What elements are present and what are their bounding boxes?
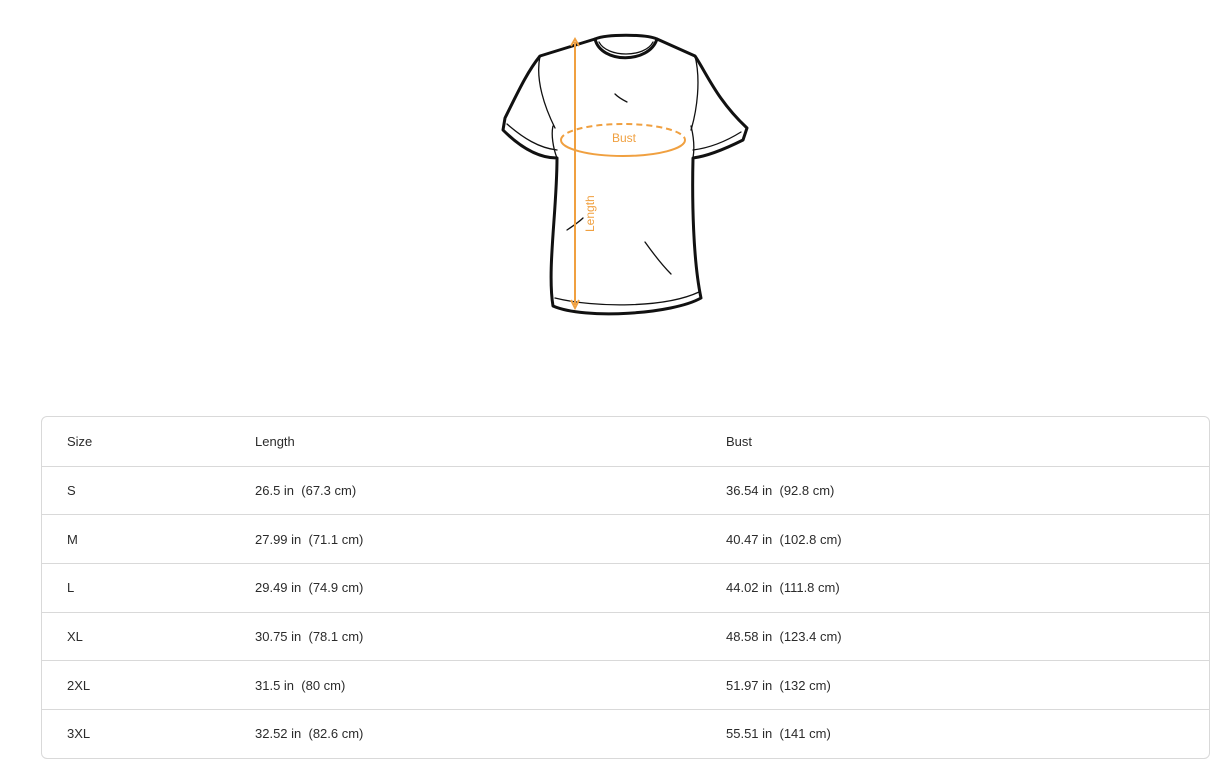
bust-cell: 55.51 in (141 cm) [726, 726, 831, 742]
table-row: XL 30.75 in (78.1 cm) 48.58 in (123.4 cm… [42, 611, 1209, 661]
table-row: M 27.99 in (71.1 cm) 40.47 in (102.8 cm) [42, 514, 1209, 563]
length-cell: 27.99 in (71.1 cm) [255, 531, 364, 547]
size-cell: 3XL [67, 726, 91, 742]
size-cell: S [67, 483, 76, 499]
length-label: Length [583, 195, 597, 232]
tshirt-detail-lines [506, 41, 742, 306]
size-chart-table: Size Length Bust S 26.5 in (67.3 cm) 36.… [41, 416, 1210, 759]
size-cell: L [67, 580, 75, 596]
table-row: L 29.49 in (74.9 cm) 44.02 in (111.8 cm) [42, 563, 1209, 612]
size-cell: XL [67, 629, 83, 645]
length-cell: 29.49 in (74.9 cm) [255, 580, 364, 596]
bust-label: Bust [612, 131, 637, 145]
bust-cell: 40.47 in (102.8 cm) [726, 531, 842, 547]
length-measurement: Length [570, 36, 597, 311]
table-row: 3XL 32.52 in (82.6 cm) 55.51 in (141 cm) [42, 709, 1209, 758]
size-cell: 2XL [67, 677, 91, 693]
table-header-row: Size Length Bust [42, 417, 1209, 466]
length-cell: 32.52 in (82.6 cm) [255, 726, 364, 742]
length-cell: 30.75 in (78.1 cm) [255, 629, 364, 645]
header-length: Length [255, 433, 295, 449]
length-cell: 26.5 in (67.3 cm) [255, 483, 357, 499]
bust-cell: 44.02 in (111.8 cm) [726, 580, 840, 596]
table-row: S 26.5 in (67.3 cm) 36.54 in (92.8 cm) [42, 465, 1209, 515]
tshirt-illustration: Length Bust [501, 33, 749, 316]
bust-measurement: Bust [560, 123, 686, 157]
bust-cell: 48.58 in (123.4 cm) [726, 629, 842, 645]
header-bust: Bust [726, 433, 753, 449]
tshirt-outline [501, 33, 749, 316]
bust-cell: 51.97 in (132 cm) [726, 677, 831, 693]
bust-cell: 36.54 in (92.8 cm) [726, 483, 835, 499]
table-row: 2XL 31.5 in (80 cm) 51.97 in (132 cm) [42, 660, 1209, 709]
length-cell: 31.5 in (80 cm) [255, 677, 346, 693]
header-size: Size [67, 433, 93, 449]
tshirt-measurement-diagram: Length Bust [495, 30, 755, 325]
size-cell: M [67, 531, 78, 547]
